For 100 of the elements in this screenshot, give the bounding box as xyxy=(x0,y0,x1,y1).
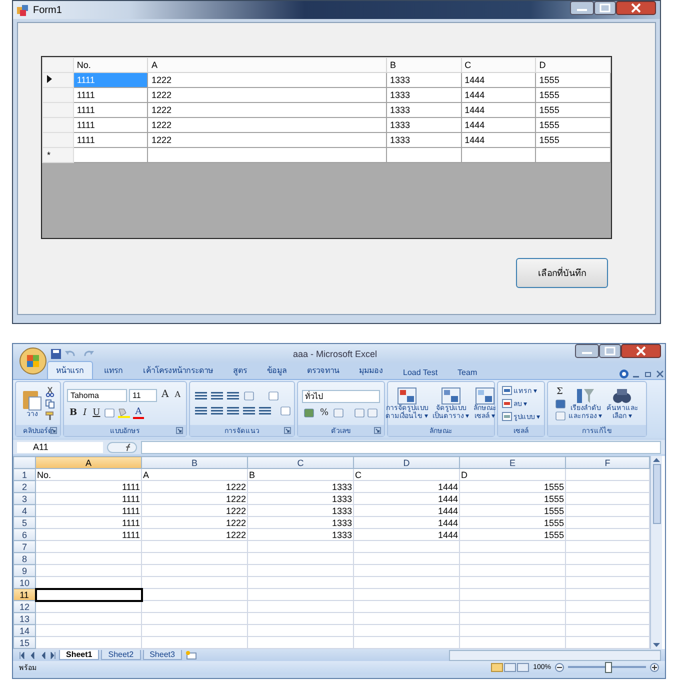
table-cell[interactable]: 1111 xyxy=(36,516,142,528)
font-color-button[interactable]: A xyxy=(133,406,144,418)
row-header[interactable]: 10 xyxy=(14,576,36,588)
percent-button[interactable]: % xyxy=(318,408,331,418)
table-cell[interactable]: 1222 xyxy=(142,504,248,516)
table-cell[interactable]: 1222 xyxy=(148,102,386,118)
ribbon-tab[interactable]: มุมมอง xyxy=(350,361,392,379)
close-icon[interactable] xyxy=(621,344,661,358)
restore-icon[interactable] xyxy=(643,369,653,379)
table-cell[interactable]: 1333 xyxy=(248,480,354,492)
column-header[interactable]: B xyxy=(142,456,248,468)
table-cell[interactable]: 1111 xyxy=(36,480,142,492)
sheet-navigation-icon[interactable] xyxy=(19,652,57,658)
fill-color-icon[interactable] xyxy=(117,408,132,418)
formula-field[interactable] xyxy=(141,440,661,454)
row-header[interactable]: 3 xyxy=(14,492,36,504)
name-box[interactable]: A11 xyxy=(17,442,103,452)
table-cell[interactable]: 1555 xyxy=(536,72,610,88)
view-mode-icon[interactable] xyxy=(491,663,530,672)
row-header[interactable]: 13 xyxy=(14,612,36,624)
row-header[interactable]: 15 xyxy=(14,636,36,648)
align-icon[interactable] xyxy=(226,406,240,416)
minimize-icon[interactable] xyxy=(570,1,594,15)
table-cell[interactable]: 1333 xyxy=(248,504,354,516)
close-icon[interactable] xyxy=(616,1,656,15)
ribbon-tab[interactable]: Load Test xyxy=(394,365,447,379)
ribbon-tab[interactable]: เค้าโครงหน้ากระดาษ xyxy=(134,361,222,379)
sheet-tab[interactable]: Sheet2 xyxy=(101,650,141,660)
ribbon-tab[interactable]: ตรวจทาน xyxy=(298,361,348,379)
shrink-font-button[interactable]: A xyxy=(172,390,182,400)
table-cell[interactable]: No. xyxy=(36,468,142,480)
table-cell[interactable]: 1222 xyxy=(142,516,248,528)
ribbon-tab[interactable]: แทรก xyxy=(95,361,132,379)
table-cell[interactable]: 1111 xyxy=(36,528,142,540)
format-painter-icon[interactable] xyxy=(45,410,55,420)
table-cell[interactable]: 1444 xyxy=(461,102,536,118)
table-cell[interactable]: 1333 xyxy=(386,132,462,148)
table-cell[interactable]: 1222 xyxy=(148,118,386,132)
align-icon[interactable] xyxy=(242,406,256,416)
ribbon-tab[interactable]: สูตร xyxy=(224,361,256,379)
zoom-in-icon[interactable] xyxy=(650,663,659,672)
font-name-field[interactable]: Tahoma xyxy=(67,388,128,402)
dialog-launcher-icon[interactable] xyxy=(374,427,381,434)
table-cell[interactable]: 1444 xyxy=(354,480,460,492)
table-cell[interactable]: 1222 xyxy=(142,480,248,492)
dialog-launcher-icon[interactable] xyxy=(50,427,57,434)
table-cell[interactable]: C xyxy=(354,468,460,480)
italic-button[interactable]: I xyxy=(81,408,89,418)
table-cell[interactable]: 1555 xyxy=(536,88,610,102)
row-header[interactable]: 12 xyxy=(14,600,36,612)
table-cell[interactable]: 1222 xyxy=(148,72,386,88)
table-cell[interactable]: 1222 xyxy=(142,492,248,504)
table-cell[interactable]: 1444 xyxy=(354,492,460,504)
bold-button[interactable]: B xyxy=(67,408,80,418)
row-header[interactable]: 7 xyxy=(14,540,36,552)
table-cell[interactable]: 1333 xyxy=(248,516,354,528)
font-size-field[interactable]: 11 xyxy=(129,388,158,402)
table-cell[interactable]: 1444 xyxy=(354,528,460,540)
table-cell[interactable]: B xyxy=(248,468,354,480)
table-cell[interactable]: 1111 xyxy=(73,132,148,148)
table-cell[interactable]: A xyxy=(142,468,248,480)
table-cell[interactable]: D xyxy=(460,468,566,480)
row-header[interactable]: 14 xyxy=(14,624,36,636)
table-cell[interactable]: 1111 xyxy=(36,504,142,516)
table-cell[interactable]: 1555 xyxy=(536,132,610,148)
table-cell[interactable]: 1333 xyxy=(248,528,354,540)
table-cell[interactable]: 1333 xyxy=(386,88,462,102)
table-cell[interactable]: 1111 xyxy=(36,492,142,504)
column-header[interactable]: F xyxy=(566,456,650,468)
table-cell[interactable]: 1555 xyxy=(460,492,566,504)
ribbon-tab[interactable]: ข้อมูล xyxy=(258,361,296,379)
copy-icon[interactable] xyxy=(45,398,55,408)
cut-icon[interactable] xyxy=(45,386,55,396)
table-cell[interactable]: 1444 xyxy=(461,72,536,88)
autosum-button[interactable]: Σ xyxy=(554,386,565,396)
active-cell[interactable] xyxy=(36,588,142,600)
column-header[interactable]: E xyxy=(460,456,566,468)
underline-button[interactable]: U xyxy=(90,408,102,418)
row-header[interactable]: 4 xyxy=(14,504,36,516)
table-cell[interactable]: 1111 xyxy=(73,88,148,102)
table-cell[interactable]: 1555 xyxy=(536,118,610,132)
table-cell[interactable]: 1111 xyxy=(73,118,148,132)
minimize-icon[interactable] xyxy=(575,344,599,358)
save-icon[interactable] xyxy=(51,348,61,358)
zoom-out-icon[interactable] xyxy=(555,663,564,672)
grow-font-button[interactable]: A xyxy=(159,390,171,400)
column-header[interactable]: A xyxy=(36,456,142,468)
table-cell[interactable]: 1555 xyxy=(536,102,610,118)
maximize-icon[interactable] xyxy=(594,1,616,15)
align-icon[interactable] xyxy=(194,406,208,416)
row-header[interactable]: 5 xyxy=(14,516,36,528)
row-header[interactable]: 2 xyxy=(14,480,36,492)
dialog-launcher-icon[interactable] xyxy=(284,427,291,434)
table-cell[interactable]: 1222 xyxy=(148,88,386,102)
horizontal-scrollbar[interactable] xyxy=(449,650,661,660)
align-icon[interactable] xyxy=(210,391,224,401)
row-header[interactable]: 8 xyxy=(14,552,36,564)
table-cell[interactable]: 1222 xyxy=(142,528,248,540)
align-icon[interactable] xyxy=(258,406,272,416)
row-header[interactable]: 1 xyxy=(14,468,36,480)
